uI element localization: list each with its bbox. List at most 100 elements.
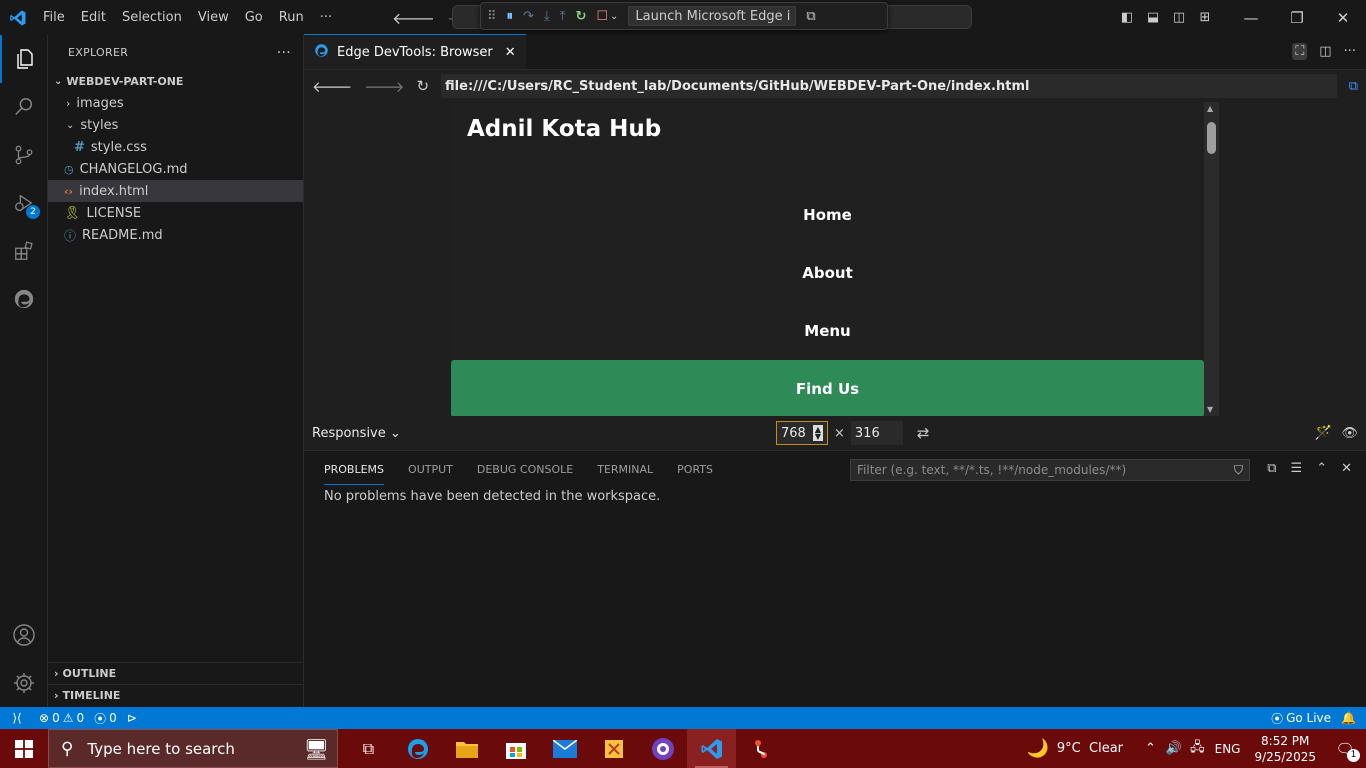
customize-layout-icon[interactable]: ⊞ (1192, 10, 1218, 25)
source-control-icon[interactable] (0, 131, 48, 179)
scroll-thumb[interactable] (1207, 122, 1216, 154)
chevron-up-icon[interactable]: ⌃ (1145, 741, 1156, 756)
reload-icon[interactable]: ↻ (416, 77, 429, 95)
microsoft-store-icon[interactable] (491, 729, 540, 768)
language-indicator[interactable]: ENG (1215, 742, 1241, 756)
menu-run[interactable]: Run (271, 10, 312, 25)
viewport-width-input[interactable]: 768 ▲ ▼ (776, 421, 828, 445)
menu-view[interactable]: View (190, 10, 237, 25)
toggle-secondary-sidebar-icon[interactable]: ◫ (1166, 10, 1192, 25)
github-desktop-icon[interactable] (638, 729, 687, 768)
view-as-list-icon[interactable]: ☰ (1291, 461, 1303, 476)
nav-home-link[interactable]: Home (451, 186, 1204, 244)
tab-debug-console[interactable]: DEBUG CONSOLE (477, 463, 573, 476)
tab-output[interactable]: OUTPUT (408, 463, 453, 476)
problems-filter-input[interactable]: Filter (e.g. text, **/*.ts, !**/node_mod… (850, 459, 1250, 481)
device-emulation-icon[interactable]: ⛶ (1292, 43, 1308, 60)
launch-config-select[interactable]: Launch Microsoft Edge i ⌄ (628, 6, 797, 26)
edge-devtools-icon[interactable] (0, 275, 48, 323)
run-debug-icon[interactable]: 2 (0, 179, 48, 227)
pause-icon[interactable]: ⏸ (507, 9, 514, 24)
go-live-button[interactable]: ⦿ Go Live (1266, 710, 1336, 727)
close-icon[interactable]: ✕ (1320, 9, 1366, 27)
tab-edge-devtools-browser[interactable]: Edge DevTools: Browser ✕ (304, 34, 526, 69)
manage-gear-icon[interactable] (0, 659, 48, 707)
snipping-tool-icon[interactable] (589, 729, 638, 768)
vscode-taskbar-icon[interactable] (687, 729, 736, 768)
clock[interactable]: 8:52 PM 9/25/2025 (1246, 733, 1324, 765)
menu-selection[interactable]: Selection (114, 10, 190, 25)
notification-center-icon[interactable]: 🗨 1 (1324, 729, 1366, 768)
restart-icon[interactable]: ↻ (575, 9, 586, 24)
remote-icon[interactable]: ⟩⟨ (0, 707, 34, 729)
weather-text[interactable]: 9°C Clear (1057, 741, 1123, 756)
nav-find-us-link[interactable]: Find Us (451, 360, 1204, 416)
url-input[interactable]: file:///C:/Users/RC_Student_lab/Document… (441, 74, 1337, 98)
restore-icon[interactable]: ❐ (1274, 9, 1320, 27)
menu-go[interactable]: Go (237, 10, 271, 25)
taskbar-search-box[interactable]: ⚲ Type here to search 🖥 (48, 729, 338, 768)
tree-item-changelog[interactable]: ◷ CHANGELOG.md (48, 158, 303, 180)
more-actions-icon[interactable]: ··· (277, 45, 291, 61)
mail-icon[interactable] (540, 729, 589, 768)
edge-taskbar-icon[interactable] (393, 729, 442, 768)
filter-funnel-icon[interactable]: ⛉ (1234, 463, 1243, 478)
minimize-icon[interactable]: — (1228, 9, 1274, 27)
spinner-icon[interactable]: ▲ ▼ (812, 425, 823, 441)
collapse-all-icon[interactable]: ⧉ (1267, 461, 1276, 476)
viewport-height-input[interactable]: 316 (850, 421, 903, 445)
page-scrollbar[interactable]: ▲ ▼ (1204, 102, 1219, 416)
accounts-icon[interactable] (0, 611, 48, 659)
stop-icon[interactable]: ☐ (596, 9, 608, 24)
tab-problems[interactable]: PROBLEMS (324, 454, 385, 485)
ports-status[interactable]: ⦿ 0 (89, 710, 122, 727)
tree-item-readme[interactable]: ⓘ README.md (48, 224, 303, 246)
scroll-down-icon[interactable]: ▼ (1207, 405, 1213, 414)
extensions-icon[interactable] (0, 227, 48, 275)
toggle-sidebar-icon[interactable]: ◧ (1114, 10, 1140, 25)
menu-edit[interactable]: Edit (73, 10, 114, 25)
rotate-swap-icon[interactable]: ⇄ (917, 424, 930, 442)
maximize-panel-icon[interactable]: ⌃ (1316, 461, 1327, 476)
scroll-up-icon[interactable]: ▲ (1207, 104, 1213, 113)
split-editor-icon[interactable]: ◫ (1319, 44, 1331, 59)
toggle-panel-icon[interactable]: ⬓ (1140, 10, 1166, 25)
chevron-down-icon[interactable]: ⌄ (610, 11, 618, 22)
inspect-screencast-icon[interactable]: ⧉ (806, 9, 815, 24)
timeline-section[interactable]: › TIMELINE (48, 684, 303, 706)
task-view-icon[interactable]: ⧉ (344, 729, 393, 768)
close-panel-icon[interactable]: ✕ (1341, 461, 1352, 476)
drag-grip-icon[interactable]: ⠿ (487, 9, 497, 24)
forward-arrow-icon[interactable]: 🡒 (364, 77, 404, 96)
tree-item-style-css[interactable]: # style.css (48, 136, 303, 158)
explorer-icon[interactable] (0, 35, 48, 83)
windows-start-icon[interactable] (0, 729, 48, 768)
tab-ports[interactable]: PORTS (677, 463, 713, 476)
responsive-dropdown[interactable]: Responsive ⌄ (312, 426, 401, 441)
volume-icon[interactable]: 🔊 (1166, 741, 1182, 756)
step-into-icon[interactable]: ⤓ (544, 9, 550, 24)
nav-about-link[interactable]: About (451, 244, 1204, 302)
network-icon[interactable]: 🖧 (1190, 738, 1205, 760)
inspect-icon[interactable]: ⧉ (1349, 79, 1358, 94)
menu-file[interactable]: File (35, 10, 73, 25)
tree-item-images[interactable]: › images (48, 92, 303, 114)
tab-terminal[interactable]: TERMINAL (597, 463, 653, 476)
nav-menu-link[interactable]: Menu (451, 302, 1204, 360)
search-icon[interactable] (0, 83, 48, 131)
notifications-bell-icon[interactable]: 🔔 (1336, 711, 1366, 725)
step-out-icon[interactable]: ⤒ (560, 9, 566, 24)
step-over-icon[interactable]: ↷ (523, 9, 534, 24)
menu-more[interactable]: ··· (312, 10, 340, 25)
tree-item-license[interactable]: 🎗 LICENSE (48, 202, 303, 224)
file-explorer-icon[interactable] (442, 729, 491, 768)
problems-status[interactable]: ⊗ 0 ⚠ 0 (34, 711, 89, 725)
more-actions-icon[interactable]: ··· (1344, 44, 1356, 59)
git-tool-icon[interactable] (736, 729, 785, 768)
debug-status[interactable]: ⊳ (122, 711, 142, 725)
back-arrow-icon[interactable]: 🡐 (392, 8, 435, 28)
tree-item-index-html[interactable]: ‹› index.html (48, 180, 303, 202)
magic-wand-icon[interactable]: 🪄 (1315, 425, 1332, 441)
workspace-root[interactable]: ⌄ WEBDEV-PART-ONE (48, 70, 303, 92)
tree-item-styles[interactable]: ⌄ styles (48, 114, 303, 136)
